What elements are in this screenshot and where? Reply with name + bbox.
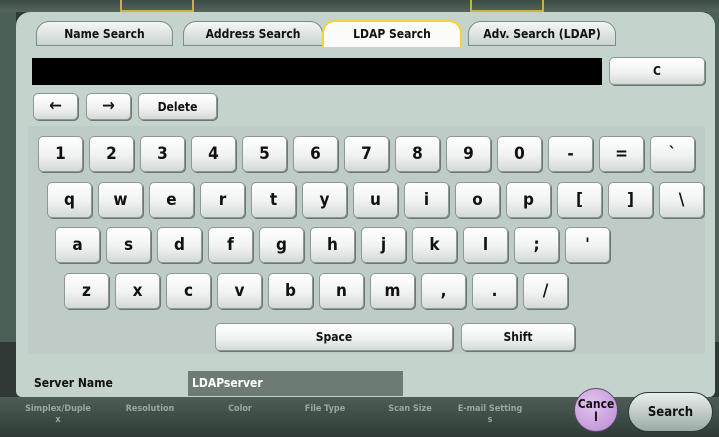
cursor-left-button[interactable]: ← — [33, 93, 78, 120]
key[interactable]: 7 — [344, 136, 389, 172]
key[interactable]: f — [208, 227, 253, 263]
key[interactable]: y — [302, 182, 347, 218]
key[interactable]: t — [251, 182, 296, 218]
key[interactable]: \ — [659, 182, 704, 218]
key[interactable]: d — [157, 227, 202, 263]
space-key[interactable]: Space — [215, 323, 453, 351]
key[interactable]: 1 — [38, 136, 83, 172]
clear-button[interactable]: C — [609, 57, 705, 85]
cursor-right-button[interactable]: → — [86, 93, 131, 120]
key[interactable]: m — [370, 273, 415, 309]
key[interactable]: w — [98, 182, 143, 218]
background-mark — [470, 0, 544, 12]
key[interactable]: 6 — [293, 136, 338, 172]
key[interactable]: q — [47, 182, 92, 218]
background-mark — [120, 0, 194, 12]
key[interactable]: h — [310, 227, 355, 263]
tab-address-search[interactable]: Address Search — [183, 21, 323, 46]
key[interactable]: z — [64, 273, 109, 309]
delete-button[interactable]: Delete — [138, 93, 217, 120]
cancel-button[interactable]: Cance l — [574, 388, 618, 432]
key[interactable]: 8 — [395, 136, 440, 172]
background-side-left — [0, 12, 16, 342]
key[interactable]: l — [463, 227, 508, 263]
shift-key[interactable]: Shift — [461, 323, 575, 351]
key[interactable]: ' — [565, 227, 610, 263]
key[interactable]: r — [200, 182, 245, 218]
key[interactable]: 5 — [242, 136, 287, 172]
key[interactable]: 3 — [140, 136, 185, 172]
key[interactable]: c — [166, 273, 211, 309]
background-label: File Type — [304, 404, 346, 414]
key[interactable]: ] — [608, 182, 653, 218]
key[interactable]: a — [55, 227, 100, 263]
key[interactable]: 2 — [89, 136, 134, 172]
key[interactable]: - — [548, 136, 593, 172]
key[interactable]: 0 — [497, 136, 542, 172]
key[interactable]: = — [599, 136, 644, 172]
key[interactable]: , — [421, 273, 466, 309]
key[interactable]: k — [412, 227, 457, 263]
key[interactable]: ` — [650, 136, 695, 172]
background-label: Simplex/Duple x — [25, 404, 91, 425]
key[interactable]: . — [472, 273, 517, 309]
search-entry-field[interactable] — [32, 58, 602, 85]
key[interactable]: / — [523, 273, 568, 309]
background-label: Color — [228, 404, 252, 414]
key[interactable]: i — [404, 182, 449, 218]
key[interactable]: p — [506, 182, 551, 218]
server-name-label: Server Name — [30, 371, 188, 396]
key[interactable]: x — [115, 273, 160, 309]
key[interactable]: u — [353, 182, 398, 218]
key[interactable]: v — [217, 273, 262, 309]
key[interactable]: 9 — [446, 136, 491, 172]
tab-name-search[interactable]: Name Search — [36, 21, 173, 46]
key[interactable]: 4 — [191, 136, 236, 172]
key[interactable]: n — [319, 273, 364, 309]
key[interactable]: j — [361, 227, 406, 263]
background-label: E-mail Setting s — [457, 404, 523, 425]
tab-ldap-search[interactable]: LDAP Search — [322, 20, 462, 47]
background-label: Scan Size — [388, 404, 432, 414]
background-label: Resolution — [125, 404, 175, 414]
server-name-value: LDAPserver — [188, 371, 403, 396]
key[interactable]: [ — [557, 182, 602, 218]
key[interactable]: o — [455, 182, 500, 218]
server-name-row: Server Name LDAPserver — [30, 371, 403, 396]
key[interactable]: g — [259, 227, 304, 263]
key[interactable]: s — [106, 227, 151, 263]
key[interactable]: ; — [514, 227, 559, 263]
key[interactable]: e — [149, 182, 194, 218]
tab-adv-search-ldap[interactable]: Adv. Search (LDAP) — [468, 21, 616, 46]
key[interactable]: b — [268, 273, 313, 309]
search-button[interactable]: Search — [628, 392, 713, 432]
background-header — [0, 0, 719, 12]
